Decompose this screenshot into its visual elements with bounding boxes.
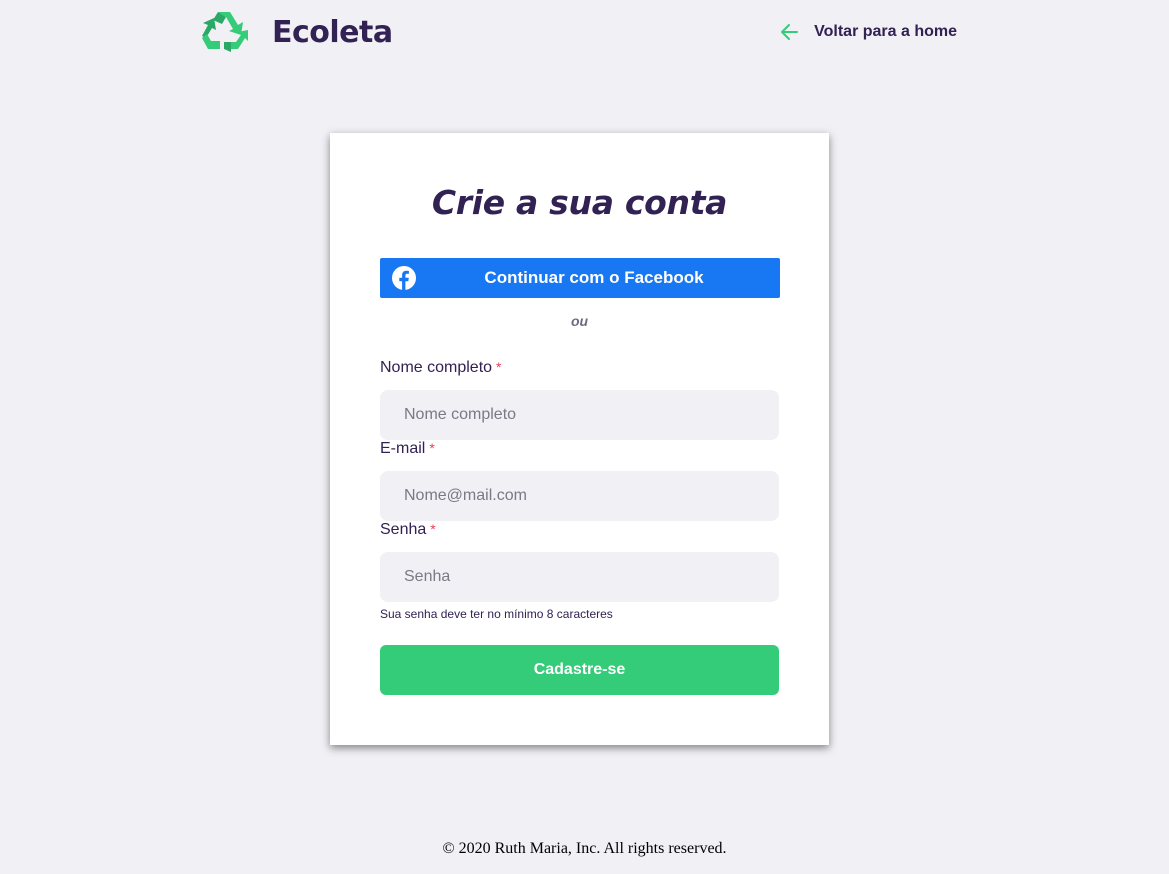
email-input[interactable] — [380, 471, 779, 521]
required-mark: * — [496, 359, 502, 375]
signup-button[interactable]: Cadastre-se — [380, 645, 779, 695]
password-label: Senha * — [380, 521, 436, 539]
header: Ecoleta Voltar para a home — [200, 6, 960, 58]
back-to-home-link[interactable]: Voltar para a home — [780, 22, 957, 42]
required-mark: * — [429, 440, 435, 456]
facebook-login-button[interactable]: Continuar com o Facebook — [380, 258, 780, 298]
password-label-text: Senha — [380, 521, 427, 538]
brand-name: Ecoleta — [272, 14, 393, 50]
required-mark: * — [430, 521, 436, 537]
name-input[interactable] — [380, 390, 779, 440]
arrow-left-icon — [780, 22, 800, 42]
email-label: E-mail * — [380, 440, 435, 458]
email-label-text: E-mail — [380, 440, 426, 457]
footer: © 2020 Ruth Maria, Inc. All rights reser… — [0, 840, 1169, 858]
password-hint: Sua senha deve ter no mínimo 8 caractere… — [380, 607, 613, 621]
name-label-text: Nome completo — [380, 359, 493, 376]
back-link-label: Voltar para a home — [814, 23, 957, 40]
name-label: Nome completo * — [380, 359, 502, 377]
signup-card: Crie a sua conta Continuar com o Faceboo… — [330, 133, 829, 745]
facebook-icon — [392, 266, 416, 290]
recycle-icon — [200, 8, 252, 56]
facebook-button-label: Continuar com o Facebook — [484, 268, 704, 287]
divider-text: ou — [570, 313, 589, 329]
signup-page: Ecoleta Voltar para a home Crie a sua co… — [0, 0, 1169, 874]
copyright-text: © 2020 Ruth Maria, Inc. All rights reser… — [442, 840, 727, 857]
password-input[interactable] — [380, 552, 779, 602]
brand: Ecoleta — [200, 8, 393, 56]
page-title: Crie a sua conta — [431, 183, 728, 222]
